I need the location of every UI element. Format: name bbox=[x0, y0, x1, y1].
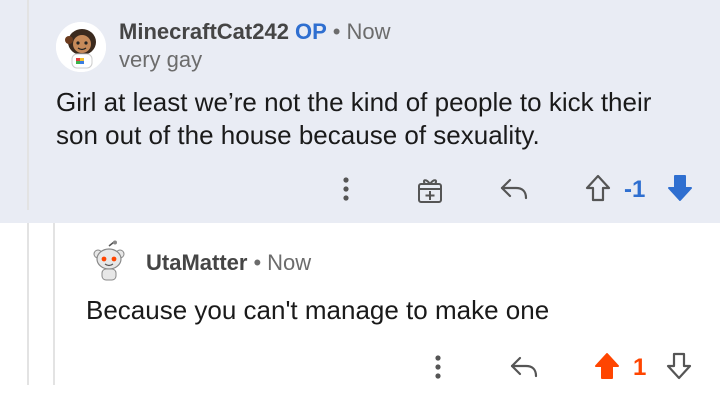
vote-score: 1 bbox=[633, 354, 647, 381]
comment-timestamp: Now bbox=[267, 250, 312, 275]
reply-icon bbox=[500, 178, 528, 200]
upvote-icon bbox=[585, 174, 611, 202]
comment-body: Because you can't manage to make one bbox=[86, 295, 550, 325]
thread-line[interactable] bbox=[27, 0, 29, 210]
reply-icon bbox=[510, 356, 538, 378]
separator-dot: • bbox=[332, 19, 341, 44]
gift-award-icon bbox=[418, 179, 442, 203]
downvote-button[interactable] bbox=[665, 172, 695, 204]
reply-button[interactable] bbox=[507, 352, 541, 382]
avatar[interactable] bbox=[56, 22, 106, 72]
more-options-button[interactable] bbox=[332, 174, 360, 204]
comment-author-line: UtaMatter • Now bbox=[146, 250, 311, 276]
award-button[interactable] bbox=[414, 174, 446, 206]
separator-dot: • bbox=[253, 250, 262, 275]
comment-card: MinecraftCat242 OP • Now very gay Girl at l… bbox=[0, 0, 720, 223]
upvote-button[interactable] bbox=[592, 350, 622, 382]
more-options-button[interactable] bbox=[424, 352, 452, 382]
user-flair: very gay bbox=[119, 47, 203, 72]
author-username[interactable]: UtaMatter bbox=[146, 250, 247, 275]
downvote-button[interactable] bbox=[664, 350, 694, 382]
thread-line-nested[interactable] bbox=[53, 223, 55, 385]
upvote-button[interactable] bbox=[583, 172, 613, 204]
reply-button[interactable] bbox=[497, 174, 531, 204]
more-icon bbox=[343, 177, 349, 201]
author-username[interactable]: MinecraftCat242 bbox=[119, 19, 289, 44]
comment-author-line: MinecraftCat242 OP • Now bbox=[119, 19, 390, 45]
comment-body: Girl at least we’re not the kind of peop… bbox=[56, 87, 652, 150]
avatar[interactable] bbox=[87, 240, 131, 284]
downvote-icon bbox=[666, 352, 692, 380]
comment-timestamp: Now bbox=[346, 19, 391, 44]
thread-line[interactable] bbox=[27, 223, 29, 385]
reply-comment-card: UtaMatter • Now Because you can't manage t… bbox=[0, 223, 720, 402]
more-icon bbox=[435, 355, 441, 379]
downvote-icon bbox=[668, 175, 692, 201]
op-badge: OP bbox=[294, 19, 327, 44]
upvote-icon bbox=[595, 353, 619, 379]
vote-score: -1 bbox=[624, 176, 646, 203]
